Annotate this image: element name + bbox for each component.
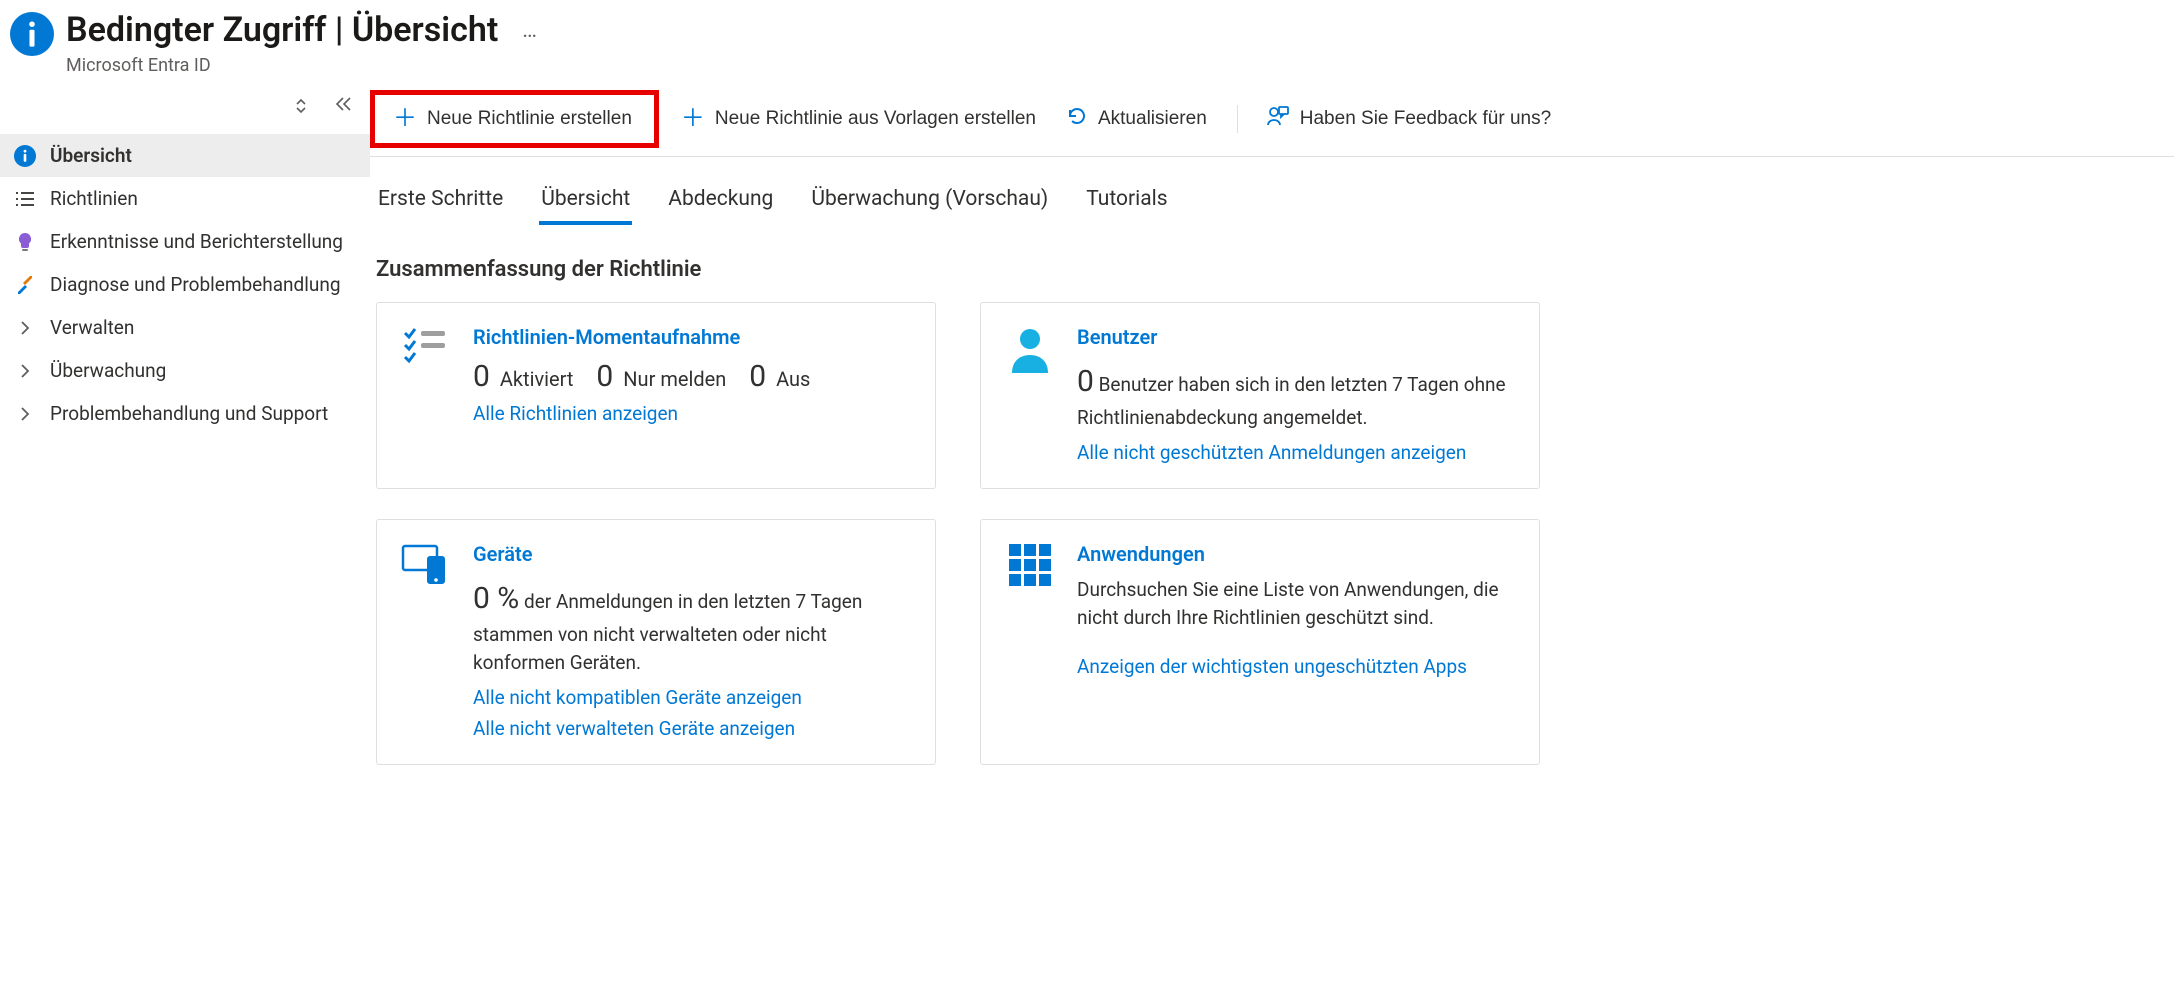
separator xyxy=(1237,105,1238,133)
command-bar: ＋ Neue Richtlinie erstellen ＋ Neue Richt… xyxy=(370,82,2174,157)
user-icon xyxy=(1005,325,1055,464)
tab-first-steps[interactable]: Erste Schritte xyxy=(376,187,505,225)
stat-value: 0 xyxy=(596,359,613,394)
refresh-button[interactable]: Aktualisieren xyxy=(1052,97,1223,141)
sidebar-item-label: Diagnose und Problembehandlung xyxy=(50,273,356,296)
sidebar-item-support[interactable]: Problembehandlung und Support xyxy=(0,392,370,435)
card-applications: Anwendungen Durchsuchen Sie eine Liste v… xyxy=(980,519,1540,765)
stat-label: Aktiviert xyxy=(500,367,574,391)
link-incompatible-devices[interactable]: Alle nicht kompatiblen Geräte anzeigen xyxy=(473,686,911,709)
sidebar-item-label: Richtlinien xyxy=(50,187,356,210)
sidebar-item-label: Überwachung xyxy=(50,359,356,382)
refresh-icon xyxy=(1066,105,1088,133)
tools-icon xyxy=(14,275,36,295)
button-label: Haben Sie Feedback für uns? xyxy=(1300,108,1551,130)
sidebar-item-manage[interactable]: Verwalten xyxy=(0,306,370,349)
link-all-policies[interactable]: Alle Richtlinien anzeigen xyxy=(473,402,911,425)
stat-value: 0 xyxy=(1077,364,1094,399)
info-circle-icon xyxy=(14,145,36,167)
sidebar-item-policies[interactable]: Richtlinien xyxy=(0,177,370,220)
chevron-right-icon xyxy=(14,320,36,336)
stat-value: 0 xyxy=(473,359,490,394)
section-title: Zusammenfassung der Richtlinie xyxy=(370,225,2174,302)
card-policy-snapshot: Richtlinien-Momentaufnahme 0Aktiviert 0N… xyxy=(376,302,936,489)
stat-desc: der Anmeldungen in den letzten 7 Tagen s… xyxy=(473,590,862,675)
chevron-right-icon xyxy=(14,363,36,379)
sidebar-item-label: Übersicht xyxy=(50,144,356,167)
button-label: Neue Richtlinie aus Vorlagen erstellen xyxy=(715,108,1036,130)
stat-desc: Benutzer haben sich in den letzten 7 Tag… xyxy=(1077,373,1506,429)
link-unmanaged-devices[interactable]: Alle nicht verwalteten Geräte anzeigen xyxy=(473,717,911,740)
cards-grid: Richtlinien-Momentaufnahme 0Aktiviert 0N… xyxy=(370,302,2174,765)
card-stats: 0 Aktiviert 0 Nur melden 0 Aus xyxy=(473,359,911,394)
page-title: Bedingter Zugriff | Übersicht xyxy=(66,12,498,49)
page-header: Bedingter Zugriff | Übersicht … Microsof… xyxy=(0,0,2174,82)
stat-value: 0 xyxy=(749,359,766,394)
tab-coverage[interactable]: Abdeckung xyxy=(666,187,775,225)
card-users: Benutzer 0 Benutzer haben sich in den le… xyxy=(980,302,1540,489)
card-description: 0 % der Anmeldungen in den letzten 7 Tag… xyxy=(473,576,911,678)
new-policy-button[interactable]: ＋ Neue Richtlinie erstellen xyxy=(379,99,648,139)
new-from-template-button[interactable]: ＋ Neue Richtlinie aus Vorlagen erstellen xyxy=(667,99,1052,139)
tab-overview[interactable]: Übersicht xyxy=(539,187,632,225)
apps-grid-icon xyxy=(1005,542,1055,740)
stat-value: 0 % xyxy=(473,581,519,616)
link-top-unprotected-apps[interactable]: Anzeigen der wichtigsten ungeschützten A… xyxy=(1077,655,1515,678)
card-title: Benutzer xyxy=(1077,325,1515,349)
button-label: Aktualisieren xyxy=(1098,108,1207,130)
card-devices: Geräte 0 % der Anmeldungen in den letzte… xyxy=(376,519,936,765)
sidebar-item-overview[interactable]: Übersicht xyxy=(0,134,370,177)
card-title: Anwendungen xyxy=(1077,542,1515,566)
card-description: Durchsuchen Sie eine Liste von Anwendung… xyxy=(1077,576,1515,633)
sidebar: Übersicht Richtlinien Erkenntnisse und B… xyxy=(0,82,370,765)
sidebar-item-label: Problembehandlung und Support xyxy=(50,402,356,425)
tabs: Erste Schritte Übersicht Abdeckung Überw… xyxy=(370,157,2174,225)
tab-monitoring-preview[interactable]: Überwachung (Vorschau) xyxy=(809,187,1050,225)
card-title: Geräte xyxy=(473,542,911,566)
card-title: Richtlinien-Momentaufnahme xyxy=(473,325,911,349)
card-description: 0 Benutzer haben sich in den letzten 7 T… xyxy=(1077,359,1515,433)
feedback-icon xyxy=(1266,105,1290,133)
plus-icon: ＋ xyxy=(393,107,417,131)
sidebar-item-label: Verwalten xyxy=(50,316,356,339)
list-icon xyxy=(14,190,36,208)
link-unprotected-signins[interactable]: Alle nicht geschützten Anmeldungen anzei… xyxy=(1077,441,1515,464)
sidebar-item-diagnose[interactable]: Diagnose und Problembehandlung xyxy=(0,263,370,306)
feedback-button[interactable]: Haben Sie Feedback für uns? xyxy=(1252,97,1567,141)
tab-tutorials[interactable]: Tutorials xyxy=(1084,187,1169,225)
devices-icon xyxy=(401,542,451,740)
bulb-icon xyxy=(14,232,36,252)
button-label: Neue Richtlinie erstellen xyxy=(427,108,632,130)
checklist-icon xyxy=(401,325,451,464)
sidebar-item-label: Erkenntnisse und Berichterstellung xyxy=(50,230,356,253)
expand-collapse-icon[interactable] xyxy=(294,96,308,120)
main-content: ＋ Neue Richtlinie erstellen ＋ Neue Richt… xyxy=(370,82,2174,765)
stat-label: Nur melden xyxy=(623,367,726,391)
plus-icon: ＋ xyxy=(681,107,705,131)
chevron-right-icon xyxy=(14,406,36,422)
page-icon xyxy=(10,12,54,56)
stat-label: Aus xyxy=(776,367,810,391)
page-subtitle: Microsoft Entra ID xyxy=(66,55,539,76)
sidebar-item-insights[interactable]: Erkenntnisse und Berichterstellung xyxy=(0,220,370,263)
sidebar-item-monitoring[interactable]: Überwachung xyxy=(0,349,370,392)
highlight-box: ＋ Neue Richtlinie erstellen xyxy=(370,90,659,148)
collapse-sidebar-icon[interactable] xyxy=(334,96,352,120)
more-actions-icon[interactable]: … xyxy=(522,18,539,43)
